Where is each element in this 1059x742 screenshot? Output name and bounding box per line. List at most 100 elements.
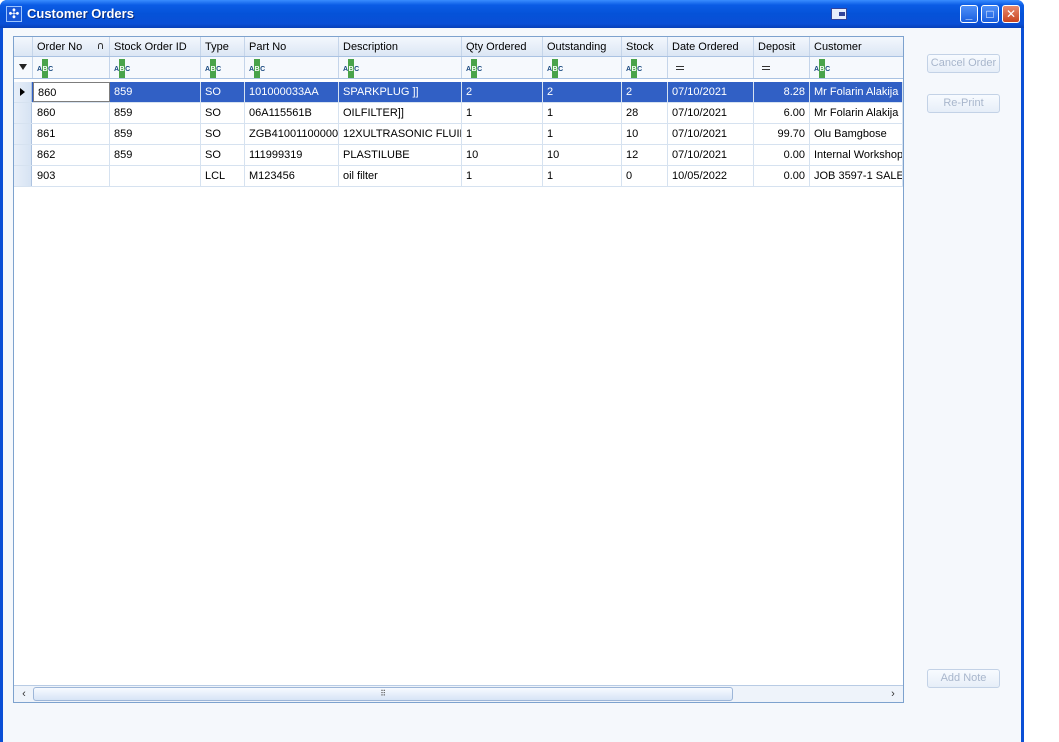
cell-customer[interactable]: Mr Folarin Alakija — [810, 82, 903, 102]
cell-type[interactable]: SO — [201, 145, 245, 165]
cancel-order-button[interactable]: Cancel Order — [927, 54, 1000, 73]
cell-order-no[interactable]: 860 — [33, 82, 110, 102]
cell-order-no[interactable]: 860 — [33, 103, 110, 123]
table-row[interactable]: 860 859 SO 101000033AA SPARKPLUG ]] 2 2 2 07/10/… — [14, 82, 903, 103]
filter-cell-outstanding[interactable]: ABC — [543, 57, 622, 78]
cell-outstanding[interactable]: 10 — [543, 145, 622, 165]
close-button[interactable]: ✕ — [1002, 5, 1020, 23]
column-header-date-ordered[interactable]: Date Ordered — [668, 37, 754, 56]
cell-deposit[interactable]: 8.28 — [754, 82, 810, 102]
cell-stock[interactable]: 10 — [622, 124, 668, 144]
table-row[interactable]: 862 859 SO 111999319 PLASTILUBE 10 10 12 07/10/2… — [14, 145, 903, 166]
cell-stock-order-id[interactable]: 859 — [110, 145, 201, 165]
cell-qty-ordered[interactable]: 10 — [462, 145, 543, 165]
column-header-stock-order-id[interactable]: Stock Order ID — [110, 37, 201, 56]
filter-cell-qty-ordered[interactable]: ABC — [462, 57, 543, 78]
cell-qty-ordered[interactable]: 1 — [462, 124, 543, 144]
column-header-customer[interactable]: Customer — [810, 37, 903, 56]
cell-description[interactable]: oil filter — [339, 166, 462, 186]
cell-description[interactable]: SPARKPLUG ]] — [339, 82, 462, 102]
cell-date-ordered[interactable]: 07/10/2021 — [668, 103, 754, 123]
filter-cell-type[interactable]: ABC — [201, 57, 245, 78]
row-selector[interactable] — [14, 166, 32, 186]
cell-outstanding[interactable]: 1 — [543, 166, 622, 186]
reprint-button[interactable]: Re-Print — [927, 94, 1000, 113]
cell-description[interactable]: PLASTILUBE — [339, 145, 462, 165]
cell-stock[interactable]: 12 — [622, 145, 668, 165]
header-corner[interactable] — [14, 37, 33, 56]
column-header-deposit[interactable]: Deposit — [754, 37, 810, 56]
cell-deposit[interactable]: 99.70 — [754, 124, 810, 144]
filter-cell-stock-order-id[interactable]: ABC — [110, 57, 201, 78]
column-header-type[interactable]: Type — [201, 37, 245, 56]
column-header-order-no[interactable]: Order No — [33, 37, 110, 56]
cell-stock-order-id[interactable]: 859 — [110, 103, 201, 123]
table-row[interactable]: 903 LCL M123456 oil filter 1 1 0 10/05/2022 0.00… — [14, 166, 903, 187]
app-icon[interactable]: ✣ — [6, 6, 22, 22]
filter-cell-date-ordered[interactable] — [668, 57, 754, 78]
scroll-left-icon[interactable]: ‹ — [16, 687, 32, 701]
cell-stock-order-id[interactable] — [110, 166, 201, 186]
cell-type[interactable]: LCL — [201, 166, 245, 186]
cell-date-ordered[interactable]: 07/10/2021 — [668, 124, 754, 144]
cell-customer[interactable]: Mr Folarin Alakija — [810, 103, 903, 123]
cell-customer[interactable]: Olu Bamgbose — [810, 124, 903, 144]
filter-cell-stock[interactable]: ABC — [622, 57, 668, 78]
cell-part-no[interactable]: M123456 — [245, 166, 339, 186]
column-header-qty-ordered[interactable]: Qty Ordered — [462, 37, 543, 56]
cell-type[interactable]: SO — [201, 103, 245, 123]
cell-order-no[interactable]: 903 — [33, 166, 110, 186]
cell-customer[interactable]: JOB 3597-1 SALES — [810, 166, 903, 186]
cell-stock[interactable]: 28 — [622, 103, 668, 123]
cell-order-no[interactable]: 862 — [33, 145, 110, 165]
scroll-right-icon[interactable]: › — [885, 687, 901, 701]
cell-type[interactable]: SO — [201, 82, 245, 102]
maximize-button[interactable]: □ — [981, 5, 999, 23]
title-bar[interactable]: ✣ Customer Orders _ □ ✕ — [0, 0, 1024, 28]
cell-date-ordered[interactable]: 07/10/2021 — [668, 145, 754, 165]
cell-qty-ordered[interactable]: 1 — [462, 166, 543, 186]
column-header-description[interactable]: Description — [339, 37, 462, 56]
row-selector[interactable] — [14, 145, 32, 165]
minimize-button[interactable]: _ — [960, 5, 978, 23]
cell-stock-order-id[interactable]: 859 — [110, 82, 201, 102]
cell-customer[interactable]: Internal Workshop — [810, 145, 903, 165]
horizontal-scrollbar[interactable]: ‹ ⠿ › — [14, 685, 903, 702]
cell-type[interactable]: SO — [201, 124, 245, 144]
filter-cell-description[interactable]: ABC — [339, 57, 462, 78]
row-selector[interactable] — [14, 124, 32, 144]
cell-part-no[interactable]: 111999319 — [245, 145, 339, 165]
cell-outstanding[interactable]: 1 — [543, 124, 622, 144]
cell-stock[interactable]: 2 — [622, 82, 668, 102]
filter-cell-customer[interactable]: ABC — [810, 57, 903, 78]
cell-part-no[interactable]: 101000033AA — [245, 82, 339, 102]
filter-cell-order-no[interactable]: ABC — [33, 57, 110, 78]
table-row[interactable]: 860 859 SO 06A115561B OILFILTER]] 1 1 28 07/10/2… — [14, 103, 903, 124]
cell-outstanding[interactable]: 1 — [543, 103, 622, 123]
cell-deposit[interactable]: 6.00 — [754, 103, 810, 123]
filter-cell-part-no[interactable]: ABC — [245, 57, 339, 78]
add-note-button[interactable]: Add Note — [927, 669, 1000, 688]
cell-part-no[interactable]: 06A115561B — [245, 103, 339, 123]
row-selector[interactable] — [14, 82, 32, 102]
cell-qty-ordered[interactable]: 2 — [462, 82, 543, 102]
cell-outstanding[interactable]: 2 — [543, 82, 622, 102]
cell-stock[interactable]: 0 — [622, 166, 668, 186]
cell-description[interactable]: 12XULTRASONIC FLUID — [339, 124, 462, 144]
filter-row-header[interactable] — [14, 57, 33, 78]
column-header-outstanding[interactable]: Outstanding — [543, 37, 622, 56]
cell-qty-ordered[interactable]: 1 — [462, 103, 543, 123]
row-selector[interactable] — [14, 103, 32, 123]
column-header-part-no[interactable]: Part No — [245, 37, 339, 56]
window-extra-icon[interactable] — [831, 8, 847, 20]
column-header-stock[interactable]: Stock — [622, 37, 668, 56]
cell-date-ordered[interactable]: 07/10/2021 — [668, 82, 754, 102]
cell-deposit[interactable]: 0.00 — [754, 166, 810, 186]
cell-part-no[interactable]: ZGB41001100000 — [245, 124, 339, 144]
table-row[interactable]: 861 859 SO ZGB41001100000 12XULTRASONIC FLUI… — [14, 124, 903, 145]
cell-order-no[interactable]: 861 — [33, 124, 110, 144]
scrollbar-thumb[interactable]: ⠿ — [33, 687, 733, 701]
cell-description[interactable]: OILFILTER]] — [339, 103, 462, 123]
cell-date-ordered[interactable]: 10/05/2022 — [668, 166, 754, 186]
cell-deposit[interactable]: 0.00 — [754, 145, 810, 165]
